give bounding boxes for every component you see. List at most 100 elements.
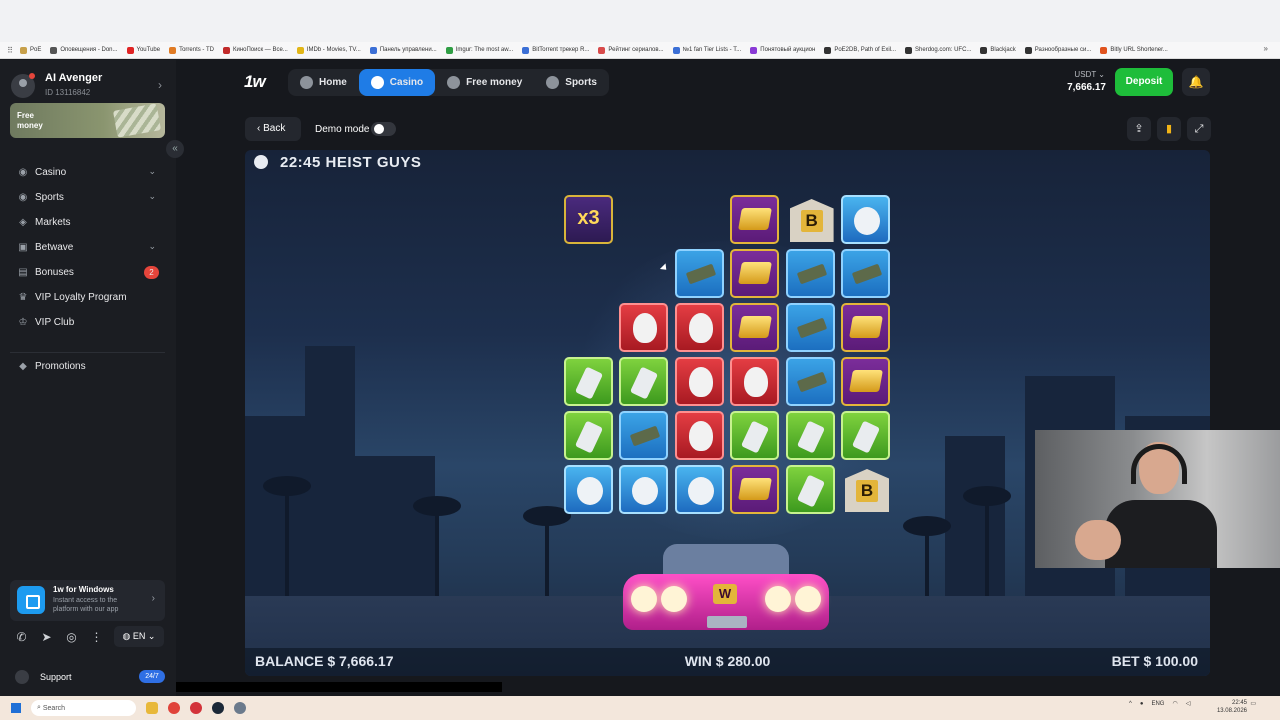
tab-home[interactable]: Home [288, 69, 359, 96]
dollar-icon [447, 76, 461, 89]
bookmark-item[interactable]: Разнообразные си... [1024, 46, 1091, 54]
app-icon[interactable] [190, 702, 202, 714]
bookmark-label: Рейтинг сериалов... [608, 47, 664, 53]
wifi-icon[interactable]: ◠ [1172, 700, 1177, 707]
bookmark-item[interactable]: Sherdog.com: UFC... [905, 46, 971, 54]
game-bet[interactable]: BET $ 100.00 [1112, 653, 1198, 669]
streamer-torso [1105, 500, 1217, 568]
back-label: Back [263, 123, 286, 134]
bookmark-item[interactable]: Blackjack [980, 46, 1016, 54]
windows-app-card[interactable]: 1w for Windows Instant access to the pla… [10, 580, 165, 621]
windows-start-icon[interactable] [11, 703, 21, 713]
gold-symbol [730, 249, 780, 298]
bookmark-item[interactable]: №1 fan Tier Lists - T... [672, 46, 741, 54]
collapse-sidebar-icon[interactable]: « [166, 140, 184, 158]
home-icon [300, 76, 313, 89]
settings-icon[interactable] [234, 702, 246, 714]
bookmark-item[interactable]: Bitly URL Shortener... [1100, 46, 1168, 54]
bookmark-favicon-icon [1024, 46, 1032, 54]
demo-mode-toggle[interactable] [371, 122, 396, 136]
language-selector[interactable]: ◍ EN ⌄ [114, 626, 164, 647]
microphone-icon[interactable]: ● [1140, 701, 1144, 707]
tab-label: Home [319, 77, 347, 88]
os-taskbar: ⌕ Search ^ ● ENG ◠ ◁ ▭ 22:45 13.08.2026 [0, 696, 1280, 720]
bookmark-item[interactable]: КиноПоиск — Все... [223, 46, 288, 54]
apps-icon[interactable]: ⠿ [0, 46, 20, 55]
header-balance: 7,666.17 [1067, 82, 1106, 93]
file-explorer-icon[interactable] [146, 702, 158, 714]
sidebar-item-label: VIP Club [35, 317, 75, 328]
tab-casino[interactable]: Casino [358, 69, 436, 96]
bomb-symbol [785, 411, 835, 460]
bookmark-item[interactable]: Рейтинг сериалов... [598, 46, 664, 54]
support-button[interactable]: Support 24/7 [10, 667, 165, 687]
language-indicator[interactable]: ENG [1151, 701, 1164, 707]
headlight [661, 586, 687, 612]
bookmark-item[interactable]: Imgur: The most aw... [445, 46, 513, 54]
tab-sports[interactable]: Sports [534, 69, 609, 96]
free-money-banner[interactable]: Free money [10, 103, 165, 138]
bookmark-item[interactable]: PoE2DB, Path of Exil... [824, 46, 897, 54]
steam-icon[interactable] [212, 702, 224, 714]
deposit-button[interactable]: Deposit [1115, 68, 1173, 96]
sidebar-item-bonuses[interactable]: ▤ Bonuses 2 [0, 260, 176, 285]
bookmark-item[interactable]: BitTorrent трекер R... [522, 46, 589, 54]
sidebar-item-promotions[interactable]: ◆ Promotions [0, 354, 176, 379]
tab-label: Free money [466, 77, 523, 88]
game-canvas[interactable]: 22:45 HEIST GUYS x3 B B W BALANCE $ 7,666.… [245, 150, 1210, 676]
bookmark-item[interactable]: IMDb - Movies, TV... [296, 46, 361, 54]
bookmark-label: Blackjack [990, 47, 1016, 53]
notifications-icon[interactable]: ▭ [1250, 700, 1256, 707]
app-card-subtitle: Instant access to the platform with our … [53, 597, 119, 613]
fullscreen-icon[interactable]: ⤢ [1187, 117, 1211, 141]
sidebar-item-vip-club[interactable]: ♔ VIP Club [0, 310, 176, 335]
bomb-symbol [730, 411, 780, 460]
headlight [765, 586, 791, 612]
share-icon[interactable]: ⇪ [1127, 117, 1151, 141]
bird-symbol [841, 195, 890, 244]
chrome-icon[interactable] [168, 702, 180, 714]
site-logo[interactable]: 1w [244, 72, 266, 92]
car-badge: W [713, 584, 737, 604]
chevron-up-icon[interactable]: ^ [1129, 701, 1132, 707]
bookmark-item[interactable]: Оповещения - Don... [50, 46, 118, 54]
sidebar-item-casino[interactable]: ◉ Casino ⌄ [0, 160, 176, 185]
main-tabs: Home Casino Free money Sports [288, 69, 609, 96]
more-bookmarks-icon[interactable]: » [1264, 44, 1268, 53]
whatsapp-icon[interactable]: ✆ [12, 628, 31, 647]
taskbar-search[interactable]: ⌕ Search [31, 700, 136, 716]
user-profile[interactable]: AI Avenger ID 13116842 › [11, 72, 166, 102]
bookmark-favicon-icon [672, 46, 680, 54]
bookmark-item[interactable]: Torrents - TD [169, 46, 214, 54]
currency-label: USDT [1074, 70, 1097, 79]
telegram-icon[interactable]: ➤ [37, 628, 56, 647]
bookmark-item[interactable]: PoE [20, 46, 41, 54]
demo-mode-label: Demo mode [315, 124, 370, 135]
sidebar-item-betwave[interactable]: ▣ Betwave ⌄ [0, 235, 176, 260]
sidebar-item-vip-loyalty[interactable]: ♛ VIP Loyalty Program [0, 285, 176, 310]
gold-symbol [730, 465, 780, 514]
gun-symbol [619, 411, 669, 460]
bookmark-label: Понятовый аукцион [760, 47, 816, 53]
mask-symbol [674, 303, 724, 352]
taskbar-clock[interactable]: 22:45 13.08.2026 [1217, 699, 1247, 715]
bird-symbol [619, 465, 669, 514]
more-icon[interactable]: ⋮ [87, 628, 106, 647]
bookmark-item[interactable]: YouTube [126, 46, 160, 54]
instagram-icon[interactable]: ◎ [62, 628, 81, 647]
volume-icon[interactable]: ◁ [1186, 700, 1191, 707]
bookmark-label: PoE2DB, Path of Exil... [834, 47, 897, 53]
tab-free-money[interactable]: Free money [435, 69, 534, 96]
browser-chrome [0, 0, 1280, 42]
bookmark-item[interactable]: Понятовый аукцион [750, 46, 816, 54]
back-button[interactable]: ‹ Back [245, 117, 301, 141]
bookmark-icon[interactable]: ▮ [1157, 117, 1181, 141]
sidebar-item-sports[interactable]: ◉ Sports ⌄ [0, 185, 176, 210]
bell-icon[interactable]: 🔔 [1182, 68, 1210, 96]
gun-symbol [785, 249, 835, 298]
sidebar-item-markets[interactable]: ◈ Markets [0, 210, 176, 235]
markets-icon: ◈ [19, 216, 27, 228]
currency-selector[interactable]: USDT ⌄ [1071, 70, 1105, 79]
bookmark-item[interactable]: Панель управлени... [369, 46, 437, 54]
betwave-icon: ▣ [18, 241, 28, 253]
